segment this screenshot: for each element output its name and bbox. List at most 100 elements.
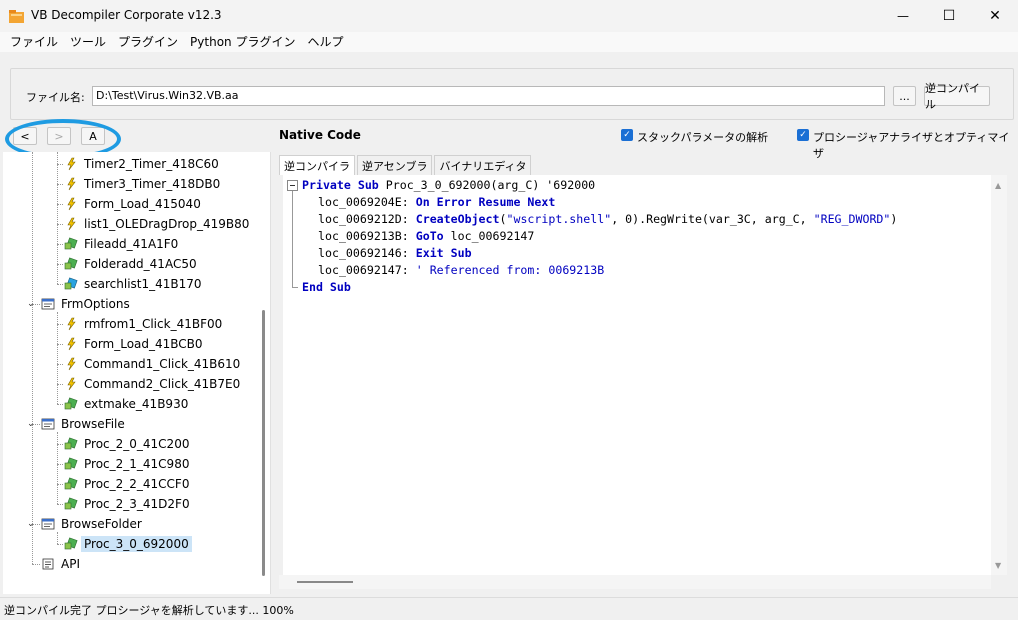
horizontal-scroll-thumb[interactable] bbox=[297, 581, 353, 583]
stack-params-checkbox[interactable]: ✓ bbox=[621, 129, 633, 141]
close-button[interactable]: ✕ bbox=[972, 0, 1018, 32]
code-line: Private Sub Proc_3_0_692000(arg_C) '6920… bbox=[302, 177, 595, 194]
tree-item-label: Timer3_Timer_418DB0 bbox=[84, 177, 221, 191]
tree-node[interactable]: FrmOptions bbox=[41, 294, 133, 314]
tree-line bbox=[57, 384, 63, 385]
event-icon bbox=[64, 197, 78, 211]
proc-icon bbox=[64, 537, 78, 551]
tree-item-label: API bbox=[61, 557, 80, 571]
tree-item-label: Proc_2_0_41C200 bbox=[84, 437, 190, 451]
scroll-down-icon[interactable]: ▼ bbox=[995, 561, 1001, 570]
tree-leaf[interactable]: Command2_Click_41B7E0 bbox=[64, 374, 243, 394]
code-line: End Sub bbox=[302, 279, 351, 296]
menu-python-plugins[interactable]: Python プラグイン bbox=[184, 32, 301, 52]
code-text: Proc_3_0_692000(arg_C) '692000 bbox=[378, 178, 596, 192]
menu-file[interactable]: ファイル bbox=[4, 32, 64, 52]
tree-leaf[interactable]: Proc_2_0_41C200 bbox=[64, 434, 192, 454]
tree-item-label: FrmOptions bbox=[61, 297, 130, 311]
proc-icon bbox=[64, 397, 78, 411]
tree-line bbox=[57, 164, 63, 165]
tree-item-label: BrowseFile bbox=[61, 417, 125, 431]
file-path-input[interactable]: D:\Test\Virus.Win32.VB.aa bbox=[92, 86, 885, 106]
decompile-button[interactable]: 逆コンパイル bbox=[924, 82, 990, 111]
browse-button[interactable]: ... bbox=[893, 86, 916, 106]
tree-item-label: rmfrom1_Click_41BF00 bbox=[84, 317, 223, 331]
tree-item-label: Form_Load_41BCB0 bbox=[84, 337, 203, 351]
tree-item-label: Proc_2_2_41CCF0 bbox=[84, 477, 190, 491]
code-keyword: Exit Sub bbox=[415, 246, 472, 260]
proc-blue-icon bbox=[64, 277, 78, 291]
tab-decompiler[interactable]: 逆コンパイラ bbox=[279, 155, 355, 175]
menu-tools[interactable]: ツール bbox=[64, 32, 112, 52]
tree-node[interactable]: API bbox=[41, 554, 83, 574]
code-vertical-scrollbar[interactable]: ▲ ▼ bbox=[991, 175, 1007, 575]
app-icon bbox=[9, 10, 24, 23]
tree-leaf[interactable]: list1_OLEDragDrop_419B80 bbox=[64, 214, 252, 234]
view-tabs: 逆コンパイラ 逆アセンブラ バイナリエディタ bbox=[279, 155, 533, 175]
code-line: loc_0069204E: On Error Resume Next bbox=[318, 194, 555, 211]
tree-line bbox=[57, 432, 58, 504]
tree-leaf[interactable]: extmake_41B930 bbox=[64, 394, 191, 414]
tree-line bbox=[57, 484, 63, 485]
file-name-label: ファイル名: bbox=[26, 91, 85, 104]
tree-item-label: Command2_Click_41B7E0 bbox=[84, 377, 241, 391]
tree-leaf[interactable]: Timer3_Timer_418DB0 bbox=[64, 174, 223, 194]
tree-line bbox=[57, 404, 63, 405]
tree-leaf[interactable]: Proc_2_2_41CCF0 bbox=[64, 474, 192, 494]
tree-item-label: Proc_2_3_41D2F0 bbox=[84, 497, 190, 511]
tree-line bbox=[57, 324, 63, 325]
tree-leaf[interactable]: Proc_2_1_41C980 bbox=[64, 454, 192, 474]
code-comment: ' Referenced from: 0069213B bbox=[415, 263, 605, 277]
tree-node[interactable]: BrowseFile bbox=[41, 414, 128, 434]
scroll-up-icon[interactable]: ▲ bbox=[995, 181, 1001, 190]
tree-leaf[interactable]: Proc_3_0_692000 bbox=[64, 534, 192, 554]
expand-toggle-icon[interactable]: ⌄ bbox=[27, 519, 37, 529]
tree-leaf[interactable]: Form_Load_41BCB0 bbox=[64, 334, 206, 354]
collapse-icon[interactable] bbox=[287, 180, 298, 191]
tree-line bbox=[57, 504, 63, 505]
tree-leaf[interactable]: rmfrom1_Click_41BF00 bbox=[64, 314, 225, 334]
menu-plugins[interactable]: プラグイン bbox=[112, 32, 184, 52]
code-line: loc_00692147: ' Referenced from: 0069213… bbox=[318, 262, 604, 279]
code-horizontal-scrollbar[interactable] bbox=[279, 575, 991, 589]
tree-item-label: extmake_41B930 bbox=[84, 397, 189, 411]
tree-item-label: list1_OLEDragDrop_419B80 bbox=[84, 217, 250, 231]
tree-item-label: BrowseFolder bbox=[61, 517, 142, 531]
tree-leaf[interactable]: Form_Load_415040 bbox=[64, 194, 204, 214]
proc-icon bbox=[64, 477, 78, 491]
tree-item-label: Fileadd_41A1F0 bbox=[84, 237, 179, 251]
tree-line bbox=[57, 464, 63, 465]
project-tree: Timer2_Timer_418C60 Timer3_Timer_418DB0 Fo… bbox=[3, 152, 271, 594]
event-icon bbox=[64, 357, 78, 371]
code-view[interactable]: Private Sub Proc_3_0_692000(arg_C) '6920… bbox=[283, 175, 991, 575]
tree-line bbox=[57, 344, 63, 345]
tree-leaf[interactable]: Timer2_Timer_418C60 bbox=[64, 154, 222, 174]
proc-icon bbox=[64, 437, 78, 451]
tab-binary-editor[interactable]: バイナリエディタ bbox=[434, 155, 532, 175]
expand-toggle-icon[interactable]: ⌄ bbox=[27, 299, 37, 309]
minimize-button[interactable]: — bbox=[880, 0, 926, 32]
tree-leaf[interactable]: Fileadd_41A1F0 bbox=[64, 234, 181, 254]
menu-help[interactable]: ヘルプ bbox=[301, 32, 349, 52]
code-label: loc_00692146: bbox=[318, 246, 416, 260]
tree-leaf[interactable]: Command1_Click_41B610 bbox=[64, 354, 243, 374]
tree-item-label: Folderadd_41AC50 bbox=[84, 257, 197, 271]
tree-line bbox=[32, 564, 40, 565]
procedure-analyzer-label: プロシージャアナライザとオプティマイザ bbox=[813, 131, 1010, 160]
tree-line bbox=[57, 364, 63, 365]
code-string: "wscript.shell" bbox=[506, 212, 612, 226]
expand-toggle-icon[interactable]: ⌄ bbox=[27, 419, 37, 429]
tree-leaf[interactable]: Proc_2_3_41D2F0 bbox=[64, 494, 193, 514]
code-line: loc_0069212D: CreateObject("wscript.shel… bbox=[318, 211, 897, 228]
form-icon bbox=[41, 297, 55, 311]
tree-line bbox=[57, 264, 63, 265]
procedure-analyzer-checkbox[interactable]: ✓ bbox=[797, 129, 809, 141]
tree-leaf[interactable]: searchlist1_41B170 bbox=[64, 274, 205, 294]
event-icon bbox=[64, 157, 78, 171]
tree-node[interactable]: BrowseFolder bbox=[41, 514, 145, 534]
tab-disassembler[interactable]: 逆アセンブラ bbox=[357, 155, 433, 175]
maximize-button[interactable]: ☐ bbox=[926, 0, 972, 32]
event-icon bbox=[64, 317, 78, 331]
tree-scrollbar[interactable] bbox=[262, 310, 265, 576]
tree-leaf[interactable]: Folderadd_41AC50 bbox=[64, 254, 200, 274]
